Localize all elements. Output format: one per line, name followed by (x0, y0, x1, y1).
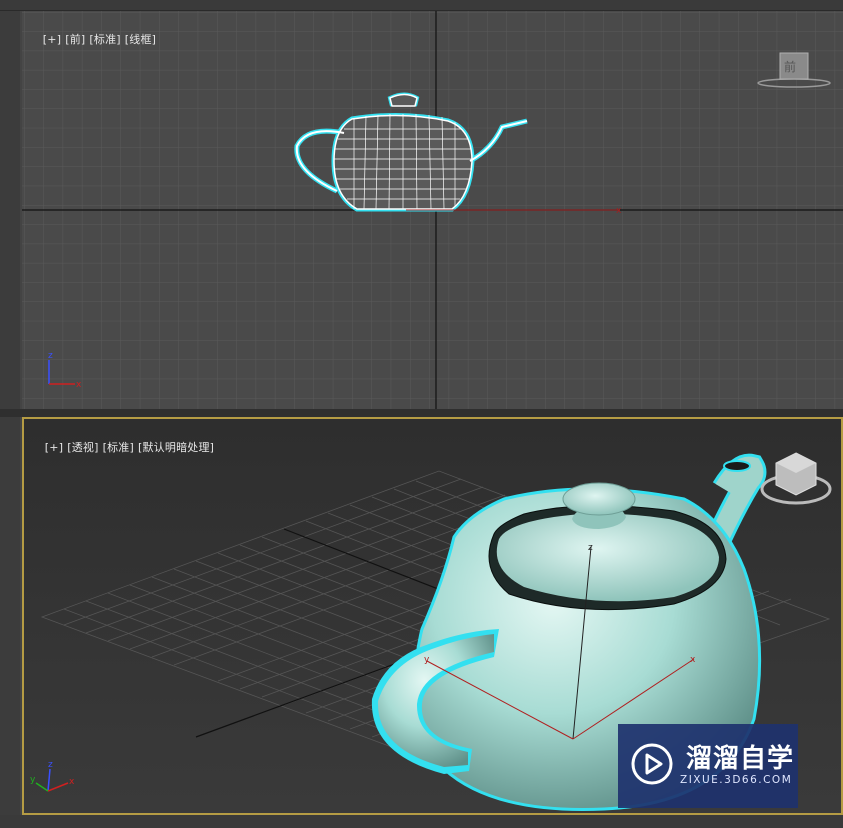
bottom-status-strip (0, 815, 843, 828)
watermark-url: ZIXUE.3D66.COM (680, 774, 793, 786)
viewport-quality-menu[interactable]: [标准] (89, 33, 120, 46)
viewport-view-menu[interactable]: [透视] (67, 441, 98, 454)
top-toolbar-strip (0, 0, 843, 11)
svg-text:x: x (690, 655, 696, 665)
front-viewport[interactable]: x z x 前 [+] [前] [标准] [线框] (22, 11, 843, 409)
viewport-shading-menu[interactable]: [默认明暗处理] (138, 441, 214, 454)
x-axis-gizmo-label: x (616, 206, 622, 216)
svg-text:y: y (30, 775, 36, 785)
left-toolbar-strip-top (0, 11, 20, 409)
svg-text:x: x (69, 777, 75, 787)
play-logo-icon (631, 743, 673, 785)
watermark-badge: 溜溜自学 ZIXUE.3D66.COM (618, 724, 798, 808)
perspective-viewport[interactable]: z y x z x y [+] [透视] [标准] [默认明暗处理] 溜溜自学 ZIX… (22, 417, 843, 815)
perspective-viewport-label: [+] [透视] [标准] [默认明暗处理] (30, 426, 218, 468)
svg-text:x: x (76, 380, 82, 390)
front-viewport-label: [+] [前] [标准] [线框] (28, 18, 160, 60)
viewport-menu-plus[interactable]: [+] (45, 441, 63, 454)
svg-text:z: z (48, 351, 53, 361)
viewport-view-menu[interactable]: [前] (65, 33, 85, 46)
front-grid-canvas: x z x (22, 11, 843, 409)
viewport-quality-menu[interactable]: [标准] (103, 441, 134, 454)
svg-text:z: z (48, 760, 53, 770)
viewport-separator[interactable] (0, 409, 843, 417)
left-toolbar-strip-bottom (0, 417, 20, 815)
watermark-title: 溜溜自学 (686, 744, 795, 774)
viewcube-face-label: 前 (784, 60, 797, 74)
svg-text:y: y (424, 655, 430, 665)
svg-text:z: z (588, 543, 593, 553)
viewport-menu-plus[interactable]: [+] (43, 33, 61, 46)
viewport-shading-menu[interactable]: [线框] (125, 33, 156, 46)
